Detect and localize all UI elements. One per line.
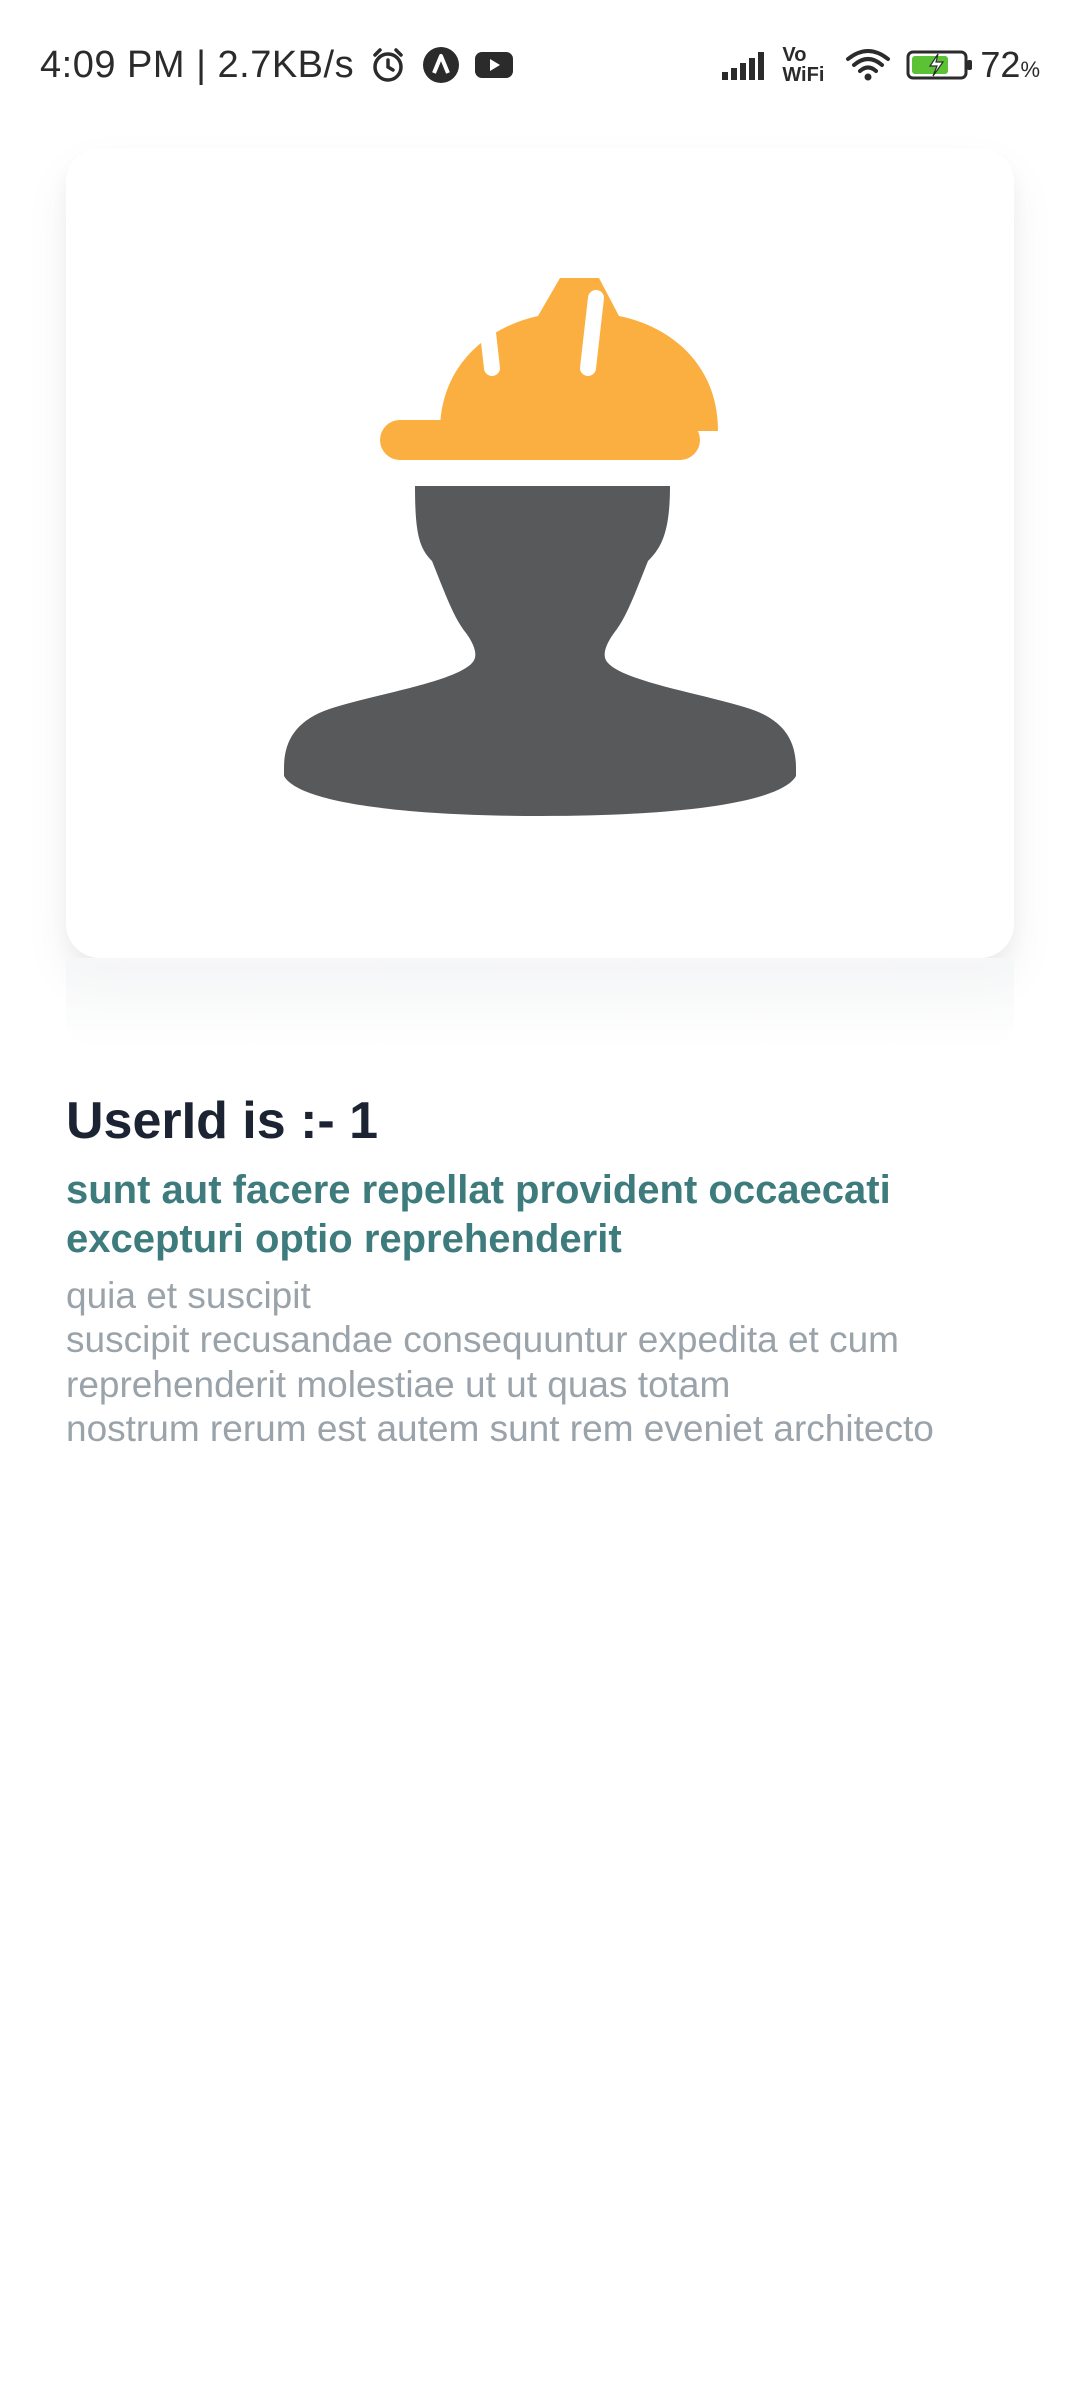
post-content: UserId is :- 1 sunt aut facere repellat … bbox=[66, 1090, 1014, 1452]
vowifi-bottom: WiFi bbox=[782, 64, 825, 86]
post-body: quia et suscipit suscipit recusandae con… bbox=[66, 1274, 934, 1450]
status-time-speed: 4:09 PM | 2.7KB/s bbox=[40, 43, 355, 86]
youtube-icon bbox=[474, 49, 514, 81]
battery-charging-icon bbox=[906, 48, 974, 82]
vowifi-top: Vo bbox=[782, 44, 807, 66]
wifi-icon bbox=[844, 47, 892, 83]
construction-worker-icon bbox=[284, 278, 796, 816]
signal-icon bbox=[720, 48, 768, 82]
battery-percent-value: 72 bbox=[980, 44, 1021, 85]
card-shadow bbox=[66, 958, 1014, 1048]
status-left: 4:09 PM | 2.7KB/s bbox=[40, 44, 514, 87]
app-a-icon bbox=[422, 46, 460, 84]
post-title: sunt aut facere repellat provident occae… bbox=[66, 1168, 891, 1262]
status-right: Vo WiFi 72% bbox=[720, 44, 1040, 86]
alarm-icon bbox=[368, 45, 408, 85]
userid-heading: UserId is :- 1 bbox=[66, 1092, 379, 1150]
battery: 72% bbox=[906, 44, 1040, 86]
user-image-card bbox=[66, 148, 1014, 958]
battery-percent-suffix: % bbox=[1020, 57, 1040, 82]
vowifi-indicator: Vo WiFi bbox=[782, 45, 824, 85]
status-bar: 4:09 PM | 2.7KB/s Vo WiFi 72% bbox=[0, 0, 1080, 130]
battery-percent: 72% bbox=[980, 44, 1040, 86]
